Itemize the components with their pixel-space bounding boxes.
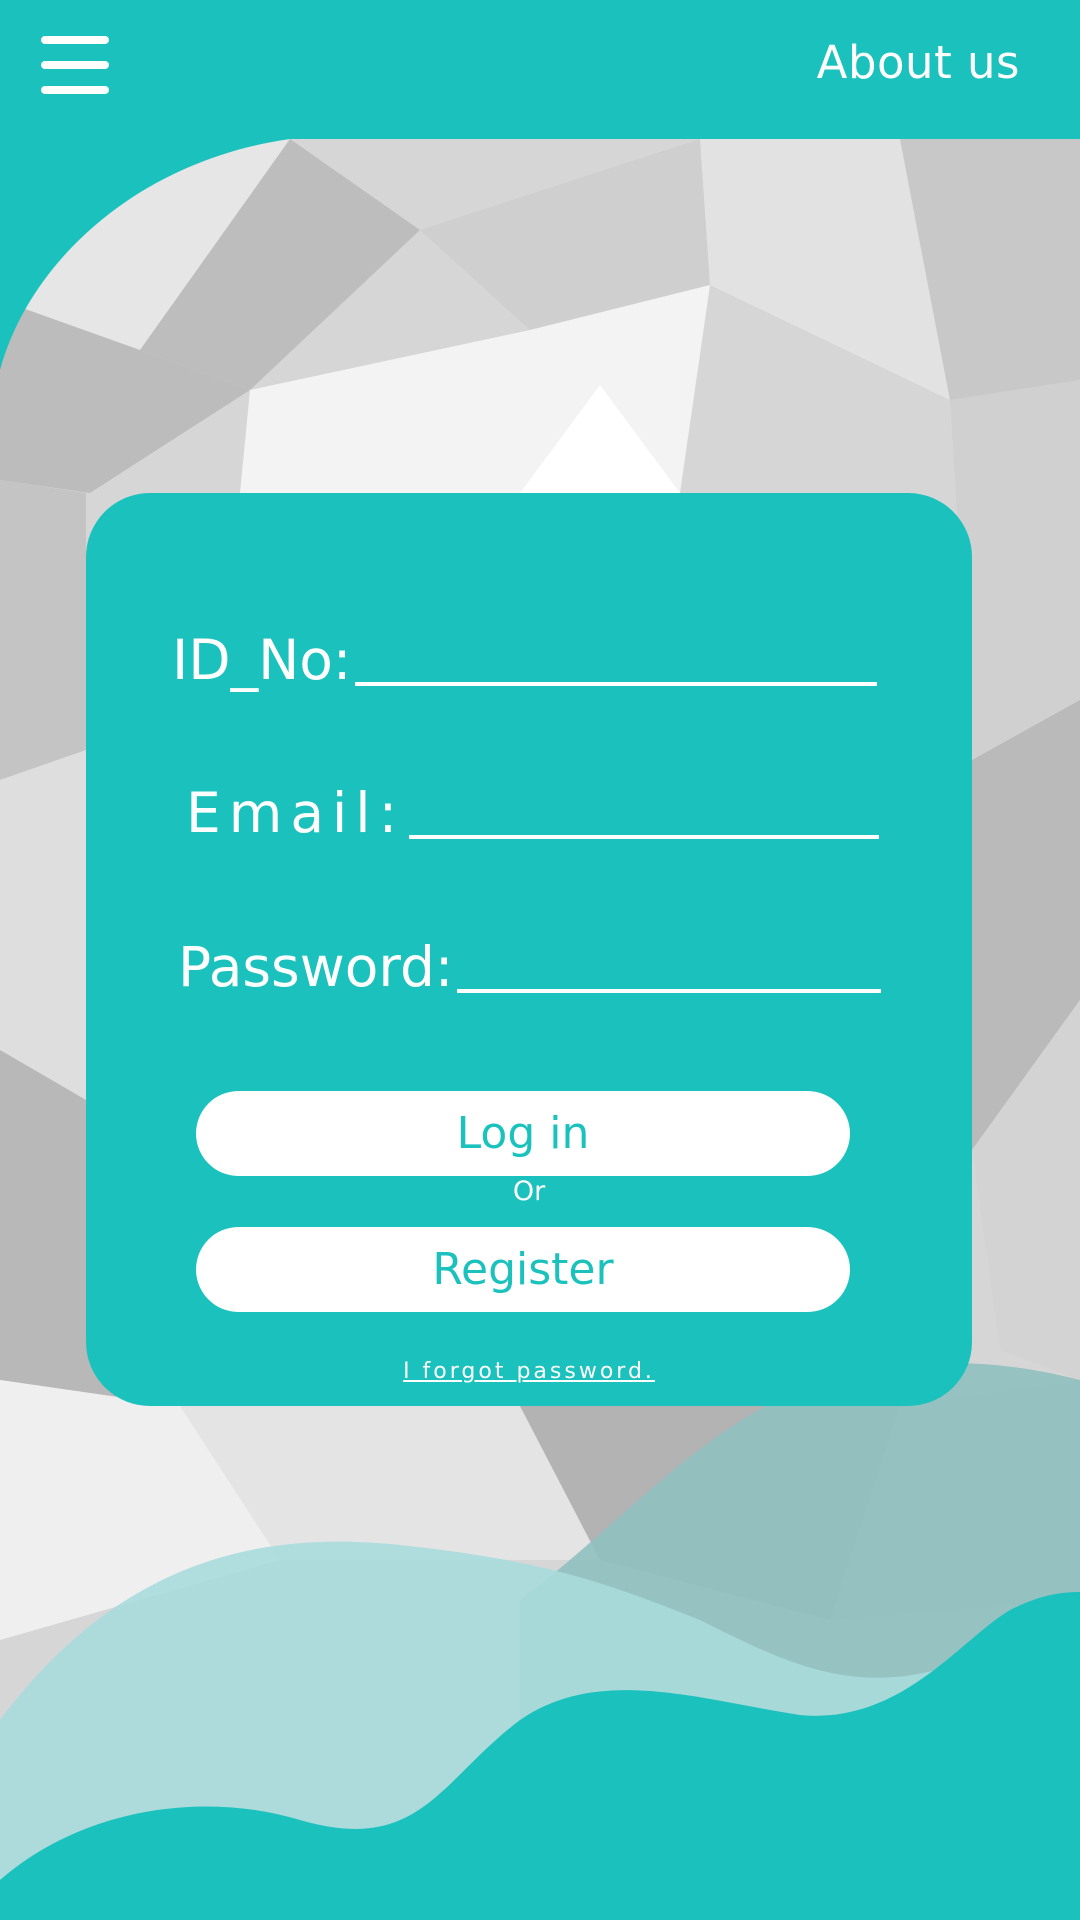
email-field-row: Email:: [186, 781, 880, 845]
email-input[interactable]: [409, 835, 880, 839]
password-field-row: Password:: [178, 935, 882, 999]
id-input[interactable]: [355, 682, 878, 686]
forgot-password-link[interactable]: I forgot password.: [86, 1359, 972, 1384]
email-label: Email:: [186, 781, 406, 845]
menu-line: [41, 86, 109, 94]
login-card: ID_No: Email: Password: Log in Or Regist…: [86, 493, 972, 1406]
about-us-link[interactable]: About us: [817, 36, 1020, 89]
id-field-row: ID_No:: [172, 628, 878, 692]
hamburger-menu-icon[interactable]: [41, 36, 109, 94]
register-button[interactable]: Register: [196, 1227, 850, 1312]
menu-line: [41, 36, 109, 44]
id-label: ID_No:: [172, 628, 352, 692]
header-bar: About us: [0, 0, 1080, 139]
menu-line: [41, 61, 109, 69]
or-separator: Or: [512, 1176, 546, 1207]
password-label: Password:: [178, 935, 454, 999]
password-input[interactable]: [457, 989, 882, 993]
login-button[interactable]: Log in: [196, 1091, 850, 1176]
